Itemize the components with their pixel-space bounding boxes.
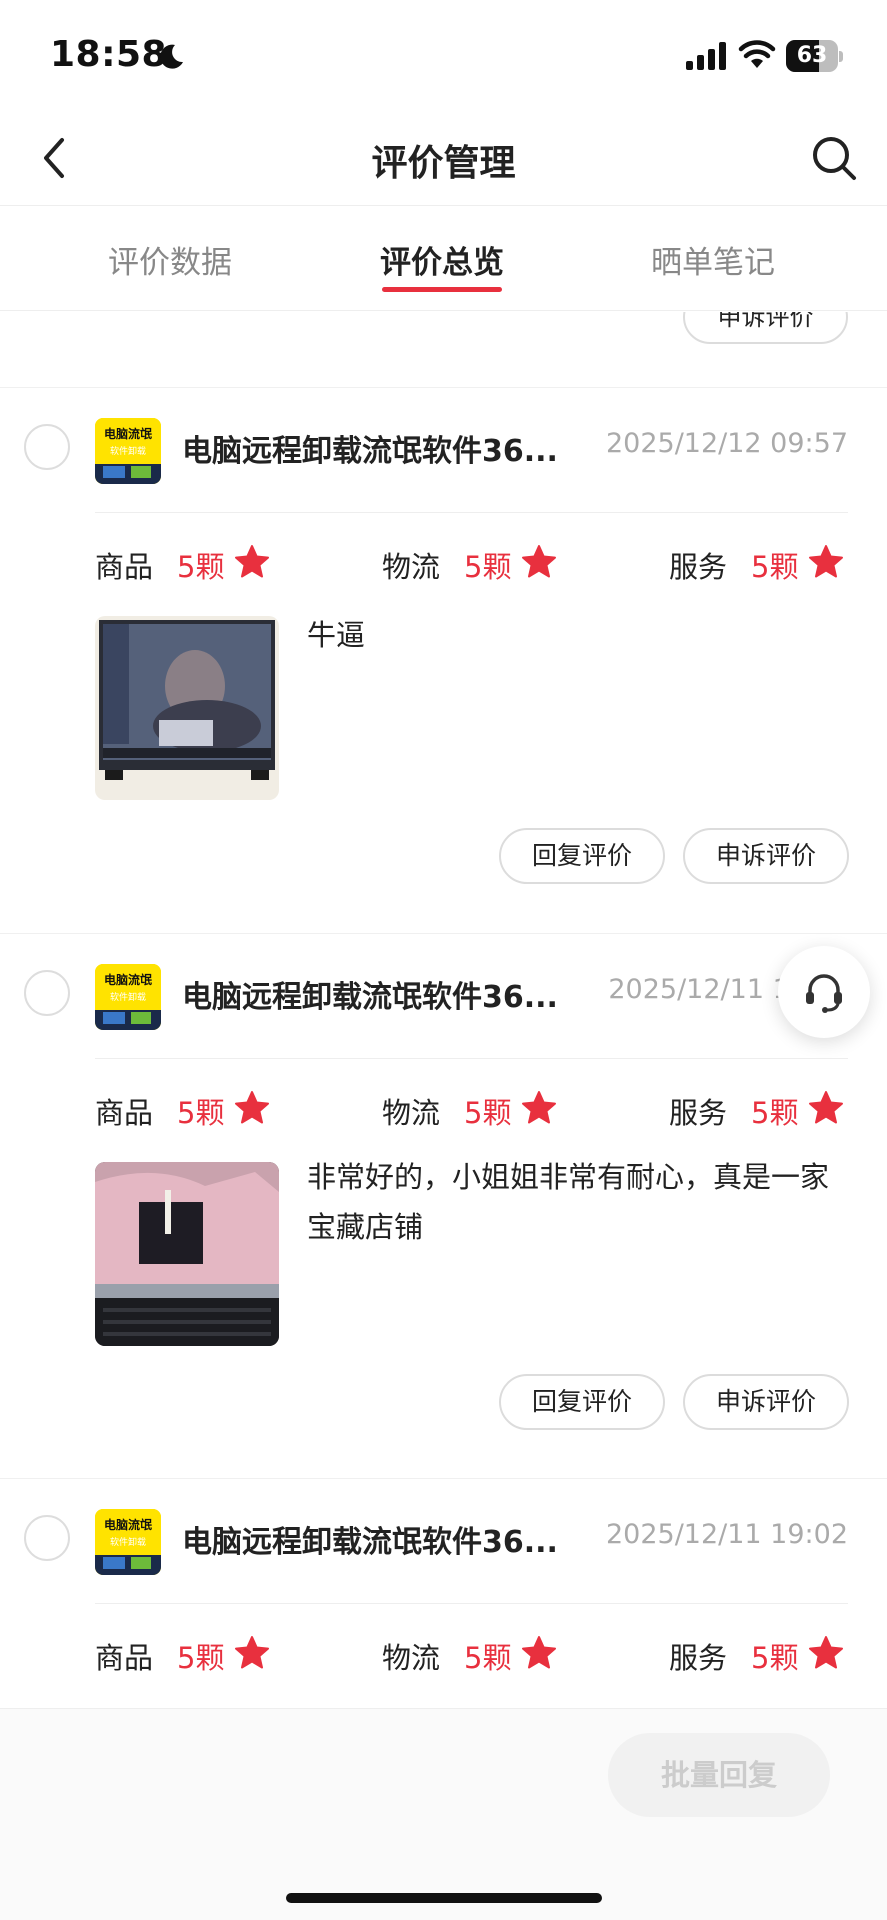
product-thumbnail: 电脑流氓 软件卸载 xyxy=(95,418,161,484)
home-indicator xyxy=(286,1893,602,1903)
tab-bar: 评价数据 评价总览 晒单笔记 xyxy=(0,207,887,311)
customer-service-button[interactable] xyxy=(778,946,870,1038)
search-icon[interactable] xyxy=(808,132,860,184)
star-icon xyxy=(235,1091,269,1124)
thumb-text: 软件卸载 xyxy=(110,445,146,457)
review-photo[interactable] xyxy=(95,616,279,800)
review-time: 2025/12/12 09:57 xyxy=(605,428,848,459)
headset-icon xyxy=(806,974,842,1013)
review-card: 电脑流氓 软件卸载 电脑远程卸载流氓软件36... 2025/12/12 09:… xyxy=(0,388,887,934)
reply-review-button[interactable]: 回复评价 xyxy=(499,828,665,884)
rating-value-service: 5颗 xyxy=(751,1641,799,1675)
rating-label-service: 服务 xyxy=(669,550,728,584)
rating-value-product: 5颗 xyxy=(177,1641,225,1675)
rating-label-logistics: 物流 xyxy=(382,1641,441,1675)
batch-reply-button[interactable]: 批量回复 xyxy=(608,1733,830,1817)
thumb-text: 电脑流氓 xyxy=(104,1517,152,1532)
star-icon xyxy=(235,545,269,578)
select-radio[interactable] xyxy=(24,1515,70,1561)
select-radio[interactable] xyxy=(24,424,70,470)
product-name[interactable]: 电脑远程卸载流氓软件36... xyxy=(182,426,558,470)
battery-indicator: 63 xyxy=(786,40,844,72)
rating-value-service: 5颗 xyxy=(751,1096,799,1130)
star-icon xyxy=(809,1091,843,1124)
bottom-action-bar: 批量回复 xyxy=(0,1708,887,1920)
thumb-text: 电脑流氓 xyxy=(104,972,152,987)
page-title: 评价管理 xyxy=(371,143,516,184)
appeal-button[interactable]: 申诉评价 xyxy=(683,312,848,344)
review-time: 2025/12/11 19:02 xyxy=(605,1519,848,1550)
reply-review-button[interactable]: 回复评价 xyxy=(499,1374,665,1430)
star-icon xyxy=(522,545,556,578)
review-list[interactable]: 申诉评价 电脑流氓 软件卸载 电脑远程卸载流氓软件36... 2025/12/1… xyxy=(0,312,887,1708)
tab-showcase-notes[interactable]: 晒单笔记 xyxy=(651,237,775,282)
tab-active-indicator xyxy=(382,287,502,292)
appeal-review-button[interactable]: 申诉评价 xyxy=(683,828,849,884)
rating-value-logistics: 5颗 xyxy=(464,1641,512,1675)
thumb-text: 软件卸载 xyxy=(110,991,146,1003)
review-card: 电脑流氓 软件卸载 电脑远程卸载流氓软件36... 2025/12/11 19:… xyxy=(0,1479,887,1708)
review-text: 牛逼 xyxy=(307,618,366,652)
star-icon xyxy=(809,545,843,578)
rating-value-service: 5颗 xyxy=(751,550,799,584)
appeal-review-button[interactable]: 申诉评价 xyxy=(683,1374,849,1430)
rating-label-service: 服务 xyxy=(669,1641,728,1675)
star-icon xyxy=(235,1636,269,1669)
rating-label-product: 商品 xyxy=(95,550,154,584)
review-photo[interactable] xyxy=(95,1162,279,1346)
thumb-text: 软件卸载 xyxy=(110,1536,146,1548)
review-text: 非常好的，小姐姐非常有耐心，真是一家宝藏店铺 xyxy=(307,1160,830,1244)
product-name[interactable]: 电脑远程卸载流氓软件36... xyxy=(182,1517,558,1561)
tab-review-data[interactable]: 评价数据 xyxy=(108,237,232,282)
rating-label-logistics: 物流 xyxy=(382,1096,441,1130)
signal-icon xyxy=(686,42,726,70)
moon-icon xyxy=(160,44,183,69)
rating-label-service: 服务 xyxy=(669,1096,728,1130)
status-bar: 18:58 63 xyxy=(0,0,887,110)
rating-label-product: 商品 xyxy=(95,1096,154,1130)
wifi-icon xyxy=(738,40,776,68)
tab-review-overview[interactable]: 评价总览 xyxy=(380,237,504,282)
nav-bar: 评价管理 xyxy=(0,110,887,206)
rating-value-product: 5颗 xyxy=(177,550,225,584)
status-time: 18:58 xyxy=(50,34,168,75)
product-thumbnail: 电脑流氓 软件卸载 xyxy=(95,1509,161,1575)
select-radio[interactable] xyxy=(24,970,70,1016)
battery-percent: 63 xyxy=(796,43,828,68)
thumb-text: 电脑流氓 xyxy=(104,426,152,441)
rating-value-logistics: 5颗 xyxy=(464,550,512,584)
star-icon xyxy=(809,1636,843,1669)
product-name[interactable]: 电脑远程卸载流氓软件36... xyxy=(182,972,558,1016)
rating-value-logistics: 5颗 xyxy=(464,1096,512,1130)
product-thumbnail: 电脑流氓 软件卸载 xyxy=(95,964,161,1030)
star-icon xyxy=(522,1091,556,1124)
rating-value-product: 5颗 xyxy=(177,1096,225,1130)
review-card: 电脑流氓 软件卸载 电脑远程卸载流氓软件36... 2025/12/11 19:… xyxy=(0,934,887,1479)
rating-label-product: 商品 xyxy=(95,1641,154,1675)
star-icon xyxy=(522,1636,556,1669)
rating-label-logistics: 物流 xyxy=(382,550,441,584)
